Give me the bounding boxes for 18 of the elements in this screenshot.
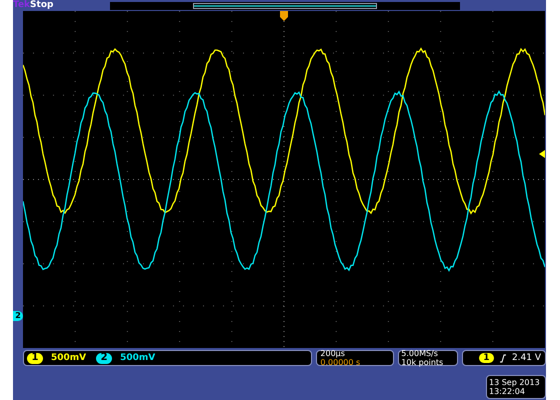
rising-edge-icon xyxy=(500,354,506,362)
time-label: 13:22:04 xyxy=(489,388,526,396)
ground-marker: 2 xyxy=(13,311,23,321)
trigger-level-icon xyxy=(539,150,545,158)
trigger-delay: 0.00000 s xyxy=(320,358,362,366)
record-length: 10k points xyxy=(401,358,444,366)
volts-per-div: 500mV xyxy=(120,354,156,362)
status-label: Stop xyxy=(30,0,54,11)
sample-rate: 5.00MS/s xyxy=(401,350,439,358)
channel-badge: 2 xyxy=(96,352,112,364)
trigger-position-icon xyxy=(280,11,288,21)
brand-label: Tek xyxy=(13,0,30,11)
trigger-source-badge: 1 xyxy=(478,353,494,363)
trigger-level: 2.41 V xyxy=(512,354,541,362)
date-label: 13 Sep 2013 xyxy=(489,378,541,386)
time-per-div: 200µs xyxy=(320,350,345,358)
channel-badge: 1 xyxy=(27,352,43,364)
volts-per-div: 500mV xyxy=(51,354,86,362)
